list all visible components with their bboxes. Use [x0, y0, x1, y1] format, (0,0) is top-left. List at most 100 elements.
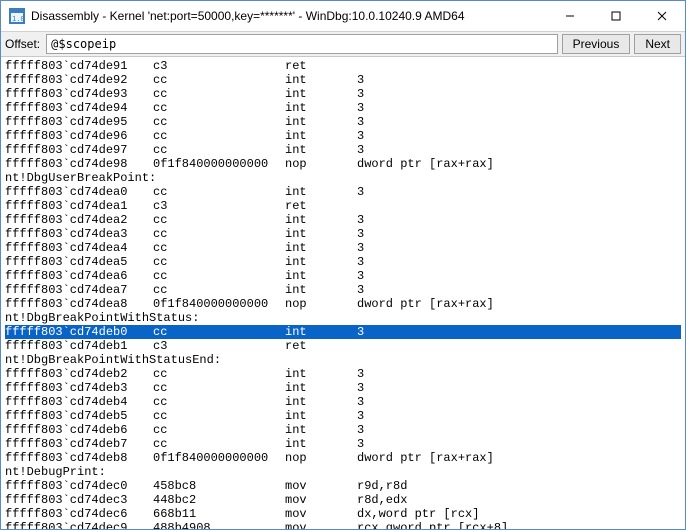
- bytes: cc: [153, 227, 285, 241]
- close-button[interactable]: [639, 1, 685, 31]
- address: fffff803`cd74dea6: [5, 269, 153, 283]
- offset-input[interactable]: [46, 34, 557, 54]
- disasm-row[interactable]: fffff803`cd74deb2ccint3: [5, 367, 681, 381]
- disasm-row[interactable]: fffff803`cd74dea0ccint3: [5, 185, 681, 199]
- bytes: cc: [153, 437, 285, 451]
- mnemonic: int: [285, 241, 357, 255]
- address: fffff803`cd74dea7: [5, 283, 153, 297]
- next-button[interactable]: Next: [634, 34, 681, 54]
- mnemonic: int: [285, 325, 357, 339]
- operands: 3: [357, 143, 681, 157]
- disasm-row[interactable]: fffff803`cd74dea5ccint3: [5, 255, 681, 269]
- operands: [357, 199, 681, 213]
- toolbar: Offset: Previous Next: [1, 32, 685, 57]
- disasm-row[interactable]: fffff803`cd74dea6ccint3: [5, 269, 681, 283]
- disasm-row[interactable]: fffff803`cd74deb1c3ret: [5, 339, 681, 353]
- mnemonic: int: [285, 115, 357, 129]
- disasm-row[interactable]: fffff803`cd74deb3ccint3: [5, 381, 681, 395]
- svg-text:1.0: 1.0: [12, 15, 25, 23]
- address: fffff803`cd74dea1: [5, 199, 153, 213]
- bytes: cc: [153, 409, 285, 423]
- window-title: Disassembly - Kernel 'net:port=50000,key…: [31, 9, 547, 23]
- bytes: cc: [153, 255, 285, 269]
- previous-button[interactable]: Previous: [562, 34, 631, 54]
- disasm-row[interactable]: fffff803`cd74dea80f1f840000000000nopdwor…: [5, 297, 681, 311]
- operands: 3: [357, 185, 681, 199]
- disassembly-pane[interactable]: fffff803`cd74de91c3retfffff803`cd74de92c…: [1, 57, 685, 529]
- address: fffff803`cd74de96: [5, 129, 153, 143]
- bytes: cc: [153, 269, 285, 283]
- bytes: cc: [153, 325, 285, 339]
- minimize-button[interactable]: [547, 1, 593, 31]
- bytes: cc: [153, 283, 285, 297]
- disasm-row[interactable]: fffff803`cd74de95ccint3: [5, 115, 681, 129]
- disasm-row[interactable]: fffff803`cd74dea7ccint3: [5, 283, 681, 297]
- mnemonic: int: [285, 409, 357, 423]
- bytes: cc: [153, 129, 285, 143]
- address: fffff803`cd74dec0: [5, 479, 153, 493]
- symbol-label: nt!DbgBreakPointWithStatusEnd:: [5, 353, 681, 367]
- disasm-row[interactable]: fffff803`cd74deb80f1f840000000000nopdwor…: [5, 451, 681, 465]
- disasm-row[interactable]: fffff803`cd74dea4ccint3: [5, 241, 681, 255]
- mnemonic: mov: [285, 493, 357, 507]
- bytes: cc: [153, 213, 285, 227]
- operands: [357, 59, 681, 73]
- disasm-row[interactable]: fffff803`cd74dec6668b11movdx,word ptr [r…: [5, 507, 681, 521]
- disasm-row[interactable]: fffff803`cd74de96ccint3: [5, 129, 681, 143]
- mnemonic: int: [285, 129, 357, 143]
- mnemonic: int: [285, 367, 357, 381]
- disasm-row[interactable]: fffff803`cd74de92ccint3: [5, 73, 681, 87]
- operands: 3: [357, 227, 681, 241]
- disasm-row[interactable]: fffff803`cd74deb4ccint3: [5, 395, 681, 409]
- operands: 3: [357, 115, 681, 129]
- mnemonic: int: [285, 381, 357, 395]
- maximize-button[interactable]: [593, 1, 639, 31]
- operands: 3: [357, 325, 681, 339]
- operands: dword ptr [rax+rax]: [357, 297, 681, 311]
- operands: 3: [357, 437, 681, 451]
- disasm-row[interactable]: fffff803`cd74dea2ccint3: [5, 213, 681, 227]
- bytes: cc: [153, 367, 285, 381]
- address: fffff803`cd74deb8: [5, 451, 153, 465]
- titlebar[interactable]: 1.0 Disassembly - Kernel 'net:port=50000…: [1, 1, 685, 32]
- disasm-row[interactable]: fffff803`cd74deb7ccint3: [5, 437, 681, 451]
- disasm-row[interactable]: fffff803`cd74de93ccint3: [5, 87, 681, 101]
- bytes: 0f1f840000000000: [153, 451, 285, 465]
- disasm-row[interactable]: fffff803`cd74dec9488b4908movrcx,qword pt…: [5, 521, 681, 529]
- mnemonic: int: [285, 269, 357, 283]
- address: fffff803`cd74de94: [5, 101, 153, 115]
- disasm-row[interactable]: fffff803`cd74deb5ccint3: [5, 409, 681, 423]
- disasm-row[interactable]: fffff803`cd74dec0458bc8movr9d,r8d: [5, 479, 681, 493]
- disasm-row[interactable]: fffff803`cd74dea1c3ret: [5, 199, 681, 213]
- disasm-row[interactable]: fffff803`cd74de97ccint3: [5, 143, 681, 157]
- mnemonic: int: [285, 185, 357, 199]
- mnemonic: int: [285, 213, 357, 227]
- disasm-row[interactable]: fffff803`cd74dec3448bc2movr8d,edx: [5, 493, 681, 507]
- operands: rcx,qword ptr [rcx+8]: [357, 521, 681, 529]
- operands: 3: [357, 87, 681, 101]
- operands: r9d,r8d: [357, 479, 681, 493]
- disasm-row[interactable]: fffff803`cd74deb6ccint3: [5, 423, 681, 437]
- mnemonic: nop: [285, 297, 357, 311]
- mnemonic: int: [285, 101, 357, 115]
- address: fffff803`cd74dea5: [5, 255, 153, 269]
- operands: r8d,edx: [357, 493, 681, 507]
- address: fffff803`cd74deb1: [5, 339, 153, 353]
- address: fffff803`cd74de91: [5, 59, 153, 73]
- operands: 3: [357, 241, 681, 255]
- address: fffff803`cd74dec3: [5, 493, 153, 507]
- bytes: 668b11: [153, 507, 285, 521]
- disasm-row[interactable]: fffff803`cd74de980f1f840000000000nopdwor…: [5, 157, 681, 171]
- disasm-row[interactable]: fffff803`cd74deb0ccint3: [5, 325, 681, 339]
- bytes: cc: [153, 185, 285, 199]
- disasm-row[interactable]: fffff803`cd74de94ccint3: [5, 101, 681, 115]
- operands: 3: [357, 73, 681, 87]
- mnemonic: int: [285, 437, 357, 451]
- disasm-row[interactable]: fffff803`cd74dea3ccint3: [5, 227, 681, 241]
- symbol-label: nt!DebugPrint:: [5, 465, 681, 479]
- mnemonic: int: [285, 283, 357, 297]
- mnemonic: int: [285, 423, 357, 437]
- disasm-row[interactable]: fffff803`cd74de91c3ret: [5, 59, 681, 73]
- bytes: c3: [153, 59, 285, 73]
- operands: 3: [357, 395, 681, 409]
